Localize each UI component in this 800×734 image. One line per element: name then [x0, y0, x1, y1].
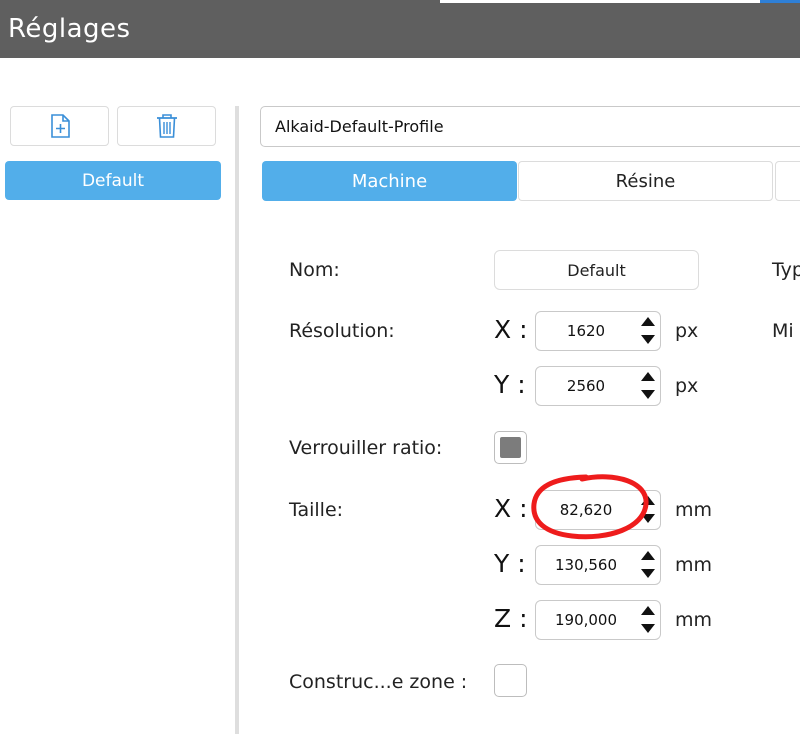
lock-ratio-label: Verrouiller ratio:: [289, 437, 443, 459]
arrow-down-icon[interactable]: [641, 514, 655, 523]
machine-name-value: Default: [567, 260, 626, 280]
profile-selector[interactable]: Alkaid-Default-Profile: [260, 106, 800, 147]
size-x-value: 82,620: [559, 501, 613, 519]
resolution-x-stepper[interactable]: [640, 317, 656, 345]
checkbox-checked-indicator: [500, 437, 521, 458]
size-label: Taille:: [289, 499, 344, 521]
profile-list-item-label: Default: [81, 170, 145, 191]
window-title: Réglages: [8, 14, 131, 44]
resolution-x-value: 1620: [566, 322, 606, 340]
size-x-stepper[interactable]: [640, 496, 656, 524]
machine-name-field[interactable]: Default: [494, 250, 699, 290]
arrow-up-icon[interactable]: [641, 496, 655, 505]
background-window-strip: [440, 0, 760, 3]
lock-ratio-checkbox[interactable]: [494, 431, 527, 464]
trash-icon: [156, 114, 177, 138]
resolution-y-unit: px: [675, 375, 699, 397]
file-plus-icon: [50, 114, 70, 138]
build-zone-checkbox[interactable]: [494, 664, 527, 697]
size-z-stepper[interactable]: [640, 606, 656, 634]
size-y-unit: mm: [675, 554, 713, 576]
resolution-y-spinbox[interactable]: 2560: [535, 366, 661, 406]
title-bar: Réglages: [0, 0, 800, 58]
tab-resine[interactable]: Résine: [518, 161, 773, 201]
resolution-x-spinbox[interactable]: 1620: [535, 311, 661, 351]
resolution-x-axis-label: X :: [494, 315, 528, 344]
background-window-accent: [760, 0, 800, 3]
resolution-y-value: 2560: [566, 377, 606, 395]
build-zone-label: Construc...e zone :: [289, 671, 468, 693]
arrow-up-icon[interactable]: [641, 551, 655, 560]
pane-divider: [235, 106, 239, 734]
resolution-label: Résolution:: [289, 320, 395, 342]
arrow-down-icon[interactable]: [641, 335, 655, 344]
size-x-unit: mm: [675, 499, 713, 521]
size-z-axis-label: Z :: [494, 604, 528, 633]
profile-selector-value: Alkaid-Default-Profile: [275, 117, 444, 136]
tab-resine-label: Résine: [615, 170, 676, 192]
add-profile-button[interactable]: [10, 106, 109, 146]
arrow-down-icon[interactable]: [641, 624, 655, 633]
tab-machine-label: Machine: [351, 170, 428, 192]
arrow-up-icon[interactable]: [641, 372, 655, 381]
arrow-up-icon[interactable]: [641, 317, 655, 326]
min-label-partial: Mi: [772, 320, 794, 342]
arrow-down-icon[interactable]: [641, 390, 655, 399]
resolution-y-axis-label: Y :: [494, 370, 526, 399]
resolution-x-unit: px: [675, 320, 699, 342]
tab-machine[interactable]: Machine: [262, 161, 517, 201]
type-label-partial: Typ: [772, 259, 800, 281]
arrow-down-icon[interactable]: [641, 569, 655, 578]
tab-next-partial[interactable]: [775, 161, 800, 201]
resolution-y-stepper[interactable]: [640, 372, 656, 400]
size-x-axis-label: X :: [494, 494, 528, 523]
arrow-up-icon[interactable]: [641, 606, 655, 615]
profile-list-item-default[interactable]: Default: [5, 161, 221, 200]
size-x-spinbox[interactable]: 82,620: [535, 490, 661, 530]
size-z-value: 190,000: [554, 611, 618, 629]
size-y-value: 130,560: [554, 556, 618, 574]
size-z-unit: mm: [675, 609, 713, 631]
size-y-stepper[interactable]: [640, 551, 656, 579]
size-y-axis-label: Y :: [494, 549, 526, 578]
delete-profile-button[interactable]: [117, 106, 216, 146]
name-label: Nom:: [289, 259, 340, 281]
size-z-spinbox[interactable]: 190,000: [535, 600, 661, 640]
size-y-spinbox[interactable]: 130,560: [535, 545, 661, 585]
